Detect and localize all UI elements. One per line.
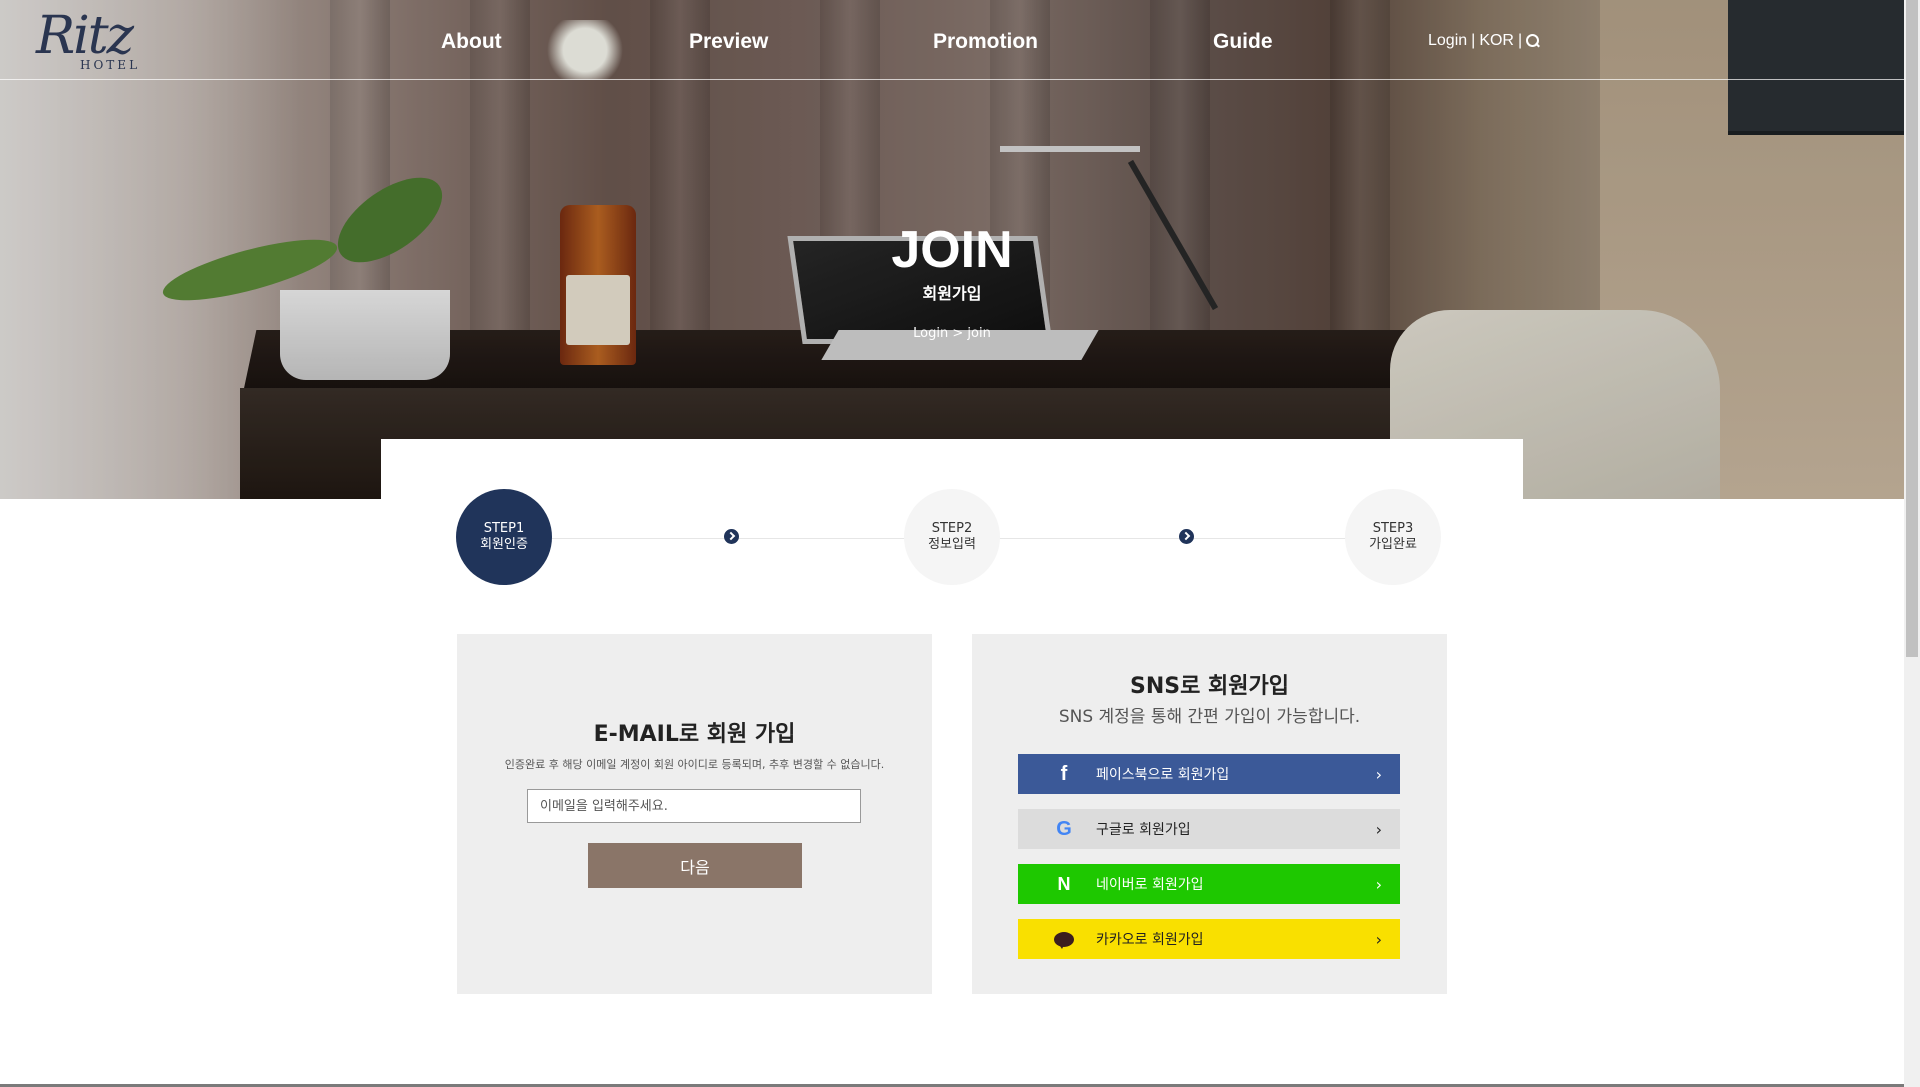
header-utility: Login | KOR | xyxy=(1428,32,1540,50)
step-3: STEP3 가입완료 xyxy=(1345,489,1441,585)
kakao-signup-button[interactable]: 카카오로 회원가입 › xyxy=(1018,919,1400,959)
facebook-icon: f xyxy=(1060,762,1068,785)
step-label: STEP3 xyxy=(1372,521,1414,536)
step-label: STEP1 xyxy=(483,521,525,536)
naver-icon: N xyxy=(1057,873,1071,894)
chevron-right-icon: › xyxy=(1375,819,1382,839)
facebook-signup-button[interactable]: f 페이스북으로 회원가입 › xyxy=(1018,754,1400,794)
page-subtitle: 회원가입 xyxy=(922,284,982,303)
email-signup-description: 인증완료 후 해당 이메일 계정이 회원 아이디로 등록되며, 추후 변경할 수… xyxy=(504,758,885,771)
chevron-right-icon: › xyxy=(1375,874,1382,894)
sns-signup-description: SNS 계정을 통해 간편 가입이 가능합니다. xyxy=(1058,707,1361,727)
util-separator: | xyxy=(1471,32,1476,49)
breadcrumb: Login > join xyxy=(913,326,991,341)
ritz-hotel-logo[interactable]: Ritz HOTEL xyxy=(36,6,176,72)
step-name: 회원인증 xyxy=(480,537,528,552)
login-link[interactable]: Login xyxy=(1428,32,1467,50)
kakao-signup-label: 카카오로 회원가입 xyxy=(1096,932,1204,948)
page-scrollbar[interactable] xyxy=(1904,0,1920,1087)
email-input[interactable] xyxy=(527,789,861,823)
step-name: 정보입력 xyxy=(928,537,976,552)
page-title: JOIN xyxy=(891,221,1013,279)
chevron-right-icon: › xyxy=(1375,929,1382,949)
util-separator: | xyxy=(1517,32,1523,49)
step-2: STEP2 정보입력 xyxy=(904,489,1000,585)
language-link[interactable]: KOR xyxy=(1479,32,1514,50)
sns-signup-box: SNS로 회원가입 SNS 계정을 통해 간편 가입이 가능합니다. f 페이스… xyxy=(972,634,1447,994)
chevron-right-icon: › xyxy=(1375,764,1382,784)
email-signup-box: E-MAIL로 회원 가입 인증완료 후 해당 이메일 계정이 회원 아이디로 … xyxy=(457,634,932,994)
step-label: STEP2 xyxy=(931,521,973,536)
google-icon: G xyxy=(1056,817,1072,840)
nav-promotion[interactable]: Promotion xyxy=(933,30,1038,54)
next-button[interactable]: 다음 xyxy=(588,843,802,888)
site-header: Ritz HOTEL About Preview Promotion Guide… xyxy=(0,0,1904,80)
kakao-talk-icon xyxy=(1052,927,1076,951)
logo-subtitle: HOTEL xyxy=(80,58,141,72)
naver-signup-label: 네이버로 회원가입 xyxy=(1096,877,1204,893)
sns-signup-title: SNS로 회원가입 xyxy=(1130,674,1289,699)
logo-script: Ritz xyxy=(36,6,134,66)
nav-about[interactable]: About xyxy=(441,30,502,54)
scrollbar-thumb[interactable] xyxy=(1906,0,1918,657)
email-signup-title: E-MAIL로 회원 가입 xyxy=(593,722,796,747)
google-signup-button[interactable]: G 구글로 회원가입 › xyxy=(1018,809,1400,849)
naver-signup-button[interactable]: N 네이버로 회원가입 › xyxy=(1018,864,1400,904)
step-arrow-icon xyxy=(724,529,739,544)
step-name: 가입완료 xyxy=(1369,537,1417,552)
facebook-signup-label: 페이스북으로 회원가입 xyxy=(1096,767,1230,783)
nav-guide[interactable]: Guide xyxy=(1213,30,1273,54)
nav-preview[interactable]: Preview xyxy=(689,30,768,54)
search-icon[interactable] xyxy=(1526,34,1540,48)
step-arrow-icon xyxy=(1179,529,1194,544)
google-signup-label: 구글로 회원가입 xyxy=(1096,822,1191,838)
join-page: Ritz HOTEL About Preview Promotion Guide… xyxy=(0,0,1920,1087)
step-1: STEP1 회원인증 xyxy=(456,489,552,585)
